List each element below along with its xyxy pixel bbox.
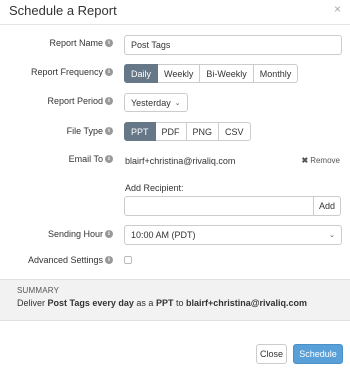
remove-label: Remove xyxy=(310,156,340,165)
file-type-csv-button[interactable]: CSV xyxy=(219,122,251,141)
add-recipient-button[interactable]: Add xyxy=(313,196,341,216)
schedule-button[interactable]: Schedule xyxy=(293,344,343,364)
info-icon: i xyxy=(105,256,113,264)
chevron-down-icon: ⌄ xyxy=(329,232,335,239)
file-type-label: File Type i xyxy=(67,126,113,136)
close-button[interactable]: Close xyxy=(256,344,287,364)
frequency-daily-button[interactable]: Daily xyxy=(124,64,159,83)
frequency-biweekly-button[interactable]: Bi-Weekly xyxy=(200,64,254,83)
info-icon: i xyxy=(105,155,113,163)
info-icon: i xyxy=(105,97,113,105)
info-icon: i xyxy=(105,127,113,135)
sending-hour-value: 10:00 AM (PDT) xyxy=(131,230,196,240)
file-type-ppt-button[interactable]: PPT xyxy=(124,122,156,141)
report-frequency-label: Report Frequency i xyxy=(31,67,113,77)
schedule-report-modal: Schedule a Report × Report Name i Post Ta… xyxy=(0,0,350,371)
info-icon: i xyxy=(105,230,113,238)
email-to-label: Email To i xyxy=(69,154,113,164)
modal-header: Schedule a Report × xyxy=(0,0,350,25)
summary-panel: SUMMARY Deliver Post Tags every day as a… xyxy=(0,279,350,321)
close-icon[interactable]: × xyxy=(334,3,341,15)
advanced-settings-checkbox[interactable] xyxy=(124,256,132,264)
frequency-monthly-button[interactable]: Monthly xyxy=(253,64,299,83)
chevron-down-icon: ⌄ xyxy=(174,99,181,107)
report-period-dropdown[interactable]: Yesterday ⌄ xyxy=(124,93,188,112)
add-recipient-input[interactable] xyxy=(124,196,314,216)
sending-hour-label: Sending Hour i xyxy=(48,229,113,239)
report-period-value: Yesterday xyxy=(131,97,171,108)
recipient-email: blairf+christina@rivaliq.com xyxy=(125,156,236,166)
file-type-png-button[interactable]: PNG xyxy=(186,122,220,141)
remove-recipient-button[interactable]: ✖ Remove xyxy=(302,156,341,165)
info-icon: i xyxy=(105,68,113,76)
file-type-pdf-button[interactable]: PDF xyxy=(155,122,187,141)
add-recipient-label: Add Recipient: xyxy=(125,183,184,193)
remove-icon: ✖ xyxy=(301,156,309,165)
report-name-input[interactable]: Post Tags xyxy=(124,35,342,55)
info-icon: i xyxy=(105,39,113,47)
modal-title: Schedule a Report xyxy=(9,3,117,18)
advanced-settings-label: Advanced Settings i xyxy=(28,255,113,265)
report-frequency-group: Daily Weekly Bi-Weekly Monthly xyxy=(124,64,299,83)
report-name-label: Report Name i xyxy=(49,38,113,48)
file-type-group: PPT PDF PNG CSV xyxy=(124,122,251,141)
frequency-weekly-button[interactable]: Weekly xyxy=(158,64,201,83)
summary-heading: SUMMARY xyxy=(17,286,60,295)
sending-hour-select[interactable]: 10:00 AM (PDT) ⌄ xyxy=(124,225,342,245)
report-period-label: Report Period i xyxy=(47,96,113,106)
summary-text: Deliver Post Tags every day as a PPT to … xyxy=(17,298,308,308)
